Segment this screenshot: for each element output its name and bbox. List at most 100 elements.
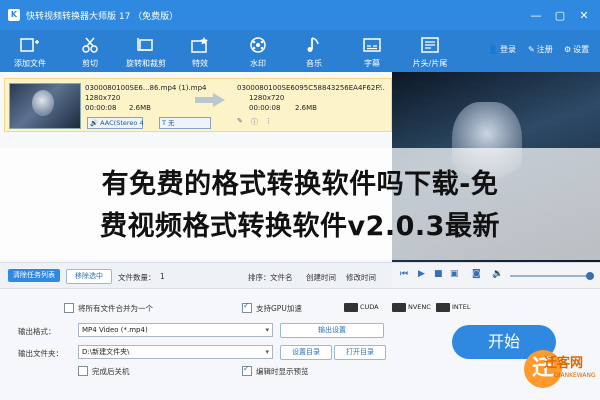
add-file-icon xyxy=(20,38,39,52)
subtitle-select[interactable]: T 无 xyxy=(159,117,211,129)
gpu-chip-icon xyxy=(392,302,406,312)
open-folder-button[interactable]: 打开目录 xyxy=(334,345,386,360)
headline-line-1: 有免费的格式转换软件吗下载-免 xyxy=(101,169,499,200)
window-title: 快转视频转换器大师版 17 （免费版） xyxy=(26,12,179,22)
video-thumbnail xyxy=(9,83,81,129)
chevron-down-icon: ▾ xyxy=(265,326,269,334)
sort-by-modified[interactable]: 修改时间 xyxy=(346,272,376,283)
rotate-crop-button[interactable]: 旋转和裁剪 xyxy=(118,30,174,72)
register-label: 注册 xyxy=(536,45,553,54)
source-resolution: 1280x720 xyxy=(85,94,121,102)
rotate-crop-label: 旋转和裁剪 xyxy=(126,59,166,68)
output-format-value: MP4 Video (*.mp4) xyxy=(82,326,148,334)
target-size: 2.6MB xyxy=(295,104,317,112)
output-folder-value: D:\新建文件夹\ xyxy=(82,348,130,356)
chevron-down-icon: ▾ xyxy=(265,348,269,356)
effects-button[interactable]: 特效 xyxy=(172,30,228,72)
close-icon[interactable]: ✕ xyxy=(572,4,596,26)
set-folder-button[interactable]: 设置目录 xyxy=(280,345,332,360)
target-file-name: 0300080100SE6095C58843256EA4F62F... xyxy=(237,84,385,92)
intel-badge: INTEL xyxy=(436,301,470,313)
login-link[interactable]: 👤 登录 xyxy=(488,44,516,55)
player-controls: ⏮ ▶ ■ ▣ ◙ 🔉 xyxy=(392,262,600,289)
audio-track-value: AAC(Stereo 4 xyxy=(100,119,144,127)
stop-icon[interactable]: ■ xyxy=(434,269,443,279)
minimize-icon[interactable]: — xyxy=(524,4,548,26)
output-format-label: 输出格式： xyxy=(18,327,56,336)
login-label: 登录 xyxy=(499,45,516,54)
play-icon[interactable]: ▶ xyxy=(418,269,425,279)
intro-outro-label: 片头/片尾 xyxy=(412,59,448,68)
slider-handle[interactable] xyxy=(586,272,594,280)
subtitle-button[interactable]: 字幕 xyxy=(344,30,400,72)
headline-line-2: 费视频格式转换软件v2.0.3最新 xyxy=(100,211,500,242)
watermark-label: 水印 xyxy=(250,59,266,68)
remove-file-icon[interactable]: ✕ xyxy=(377,83,383,91)
window-controls: — ▢ ✕ xyxy=(524,4,596,26)
cut-button[interactable]: 剪切 xyxy=(62,30,118,72)
folder-icon[interactable]: ▣ xyxy=(450,269,459,279)
gpu-checkbox[interactable] xyxy=(242,301,252,313)
audio-track-select[interactable]: 🔊 AAC(Stereo 4 xyxy=(87,117,144,129)
start-label: 开始 xyxy=(487,332,520,351)
output-format-select[interactable]: MP4 Video (*.mp4) ▾ xyxy=(78,323,273,337)
site-logo: 迁 迁客网 QIANKEWANG xyxy=(524,346,596,394)
volume-icon[interactable]: 🔉 xyxy=(492,269,503,279)
headline-overlay: 有免费的格式转换软件吗下载-免 费视频格式转换软件v2.0.3最新 xyxy=(0,148,600,260)
sort-by-created[interactable]: 创建时间 xyxy=(306,272,336,283)
list-controls: 清除任务列表 移除选中 文件数量： 1 排序： 文件名 创建时间 修改时间 xyxy=(0,262,392,289)
main-toolbar: 添加文件 剪切 旋转和裁剪 特效 水印 音乐 字幕 片头/片尾 👤 登录 ✎ 注… xyxy=(0,30,600,72)
app-logo-icon: K xyxy=(8,9,20,21)
prev-frame-icon[interactable]: ⏮ xyxy=(400,269,408,279)
gpu-label: 支持GPU加速 xyxy=(256,304,302,313)
maximize-icon[interactable]: ▢ xyxy=(548,4,572,26)
edit-icon[interactable]: ✎ xyxy=(237,117,243,125)
shutdown-checkbox[interactable] xyxy=(78,366,88,376)
preview-checkbox[interactable] xyxy=(242,364,252,376)
intel-label: INTEL xyxy=(452,303,471,311)
music-button[interactable]: 音乐 xyxy=(286,30,342,72)
subtitle-label: 字幕 xyxy=(364,59,380,68)
shutdown-label: 完成后关机 xyxy=(92,367,130,376)
snapshot-icon[interactable]: ◙ xyxy=(472,269,481,279)
more-icon[interactable]: ⋮ xyxy=(265,117,272,125)
preview-label: 编辑时显示预览 xyxy=(256,367,309,376)
target-duration: 00:00:08 xyxy=(249,104,281,112)
site-name: 迁客网 xyxy=(544,356,584,371)
add-file-button[interactable]: 添加文件 xyxy=(2,30,58,72)
output-settings-button[interactable]: 输出设置 xyxy=(280,323,384,338)
scissors-icon xyxy=(82,37,98,53)
settings-link[interactable]: ⚙ 设置 xyxy=(564,44,589,55)
gear-icon: ⚙ xyxy=(564,45,572,54)
subtitle-value: 无 xyxy=(168,119,175,127)
merge-label: 将所有文件合并为一个 xyxy=(78,304,153,313)
sort-label: 排序： xyxy=(248,273,271,282)
volume-slider[interactable] xyxy=(510,272,594,280)
nvenc-label: NVENC xyxy=(408,303,431,311)
subtitle-icon xyxy=(363,38,381,52)
source-file-name: 0300080100SE6...86.mp4 (1).mp4 xyxy=(85,84,207,92)
clear-list-button[interactable]: 清除任务列表 xyxy=(8,269,60,282)
merge-checkbox[interactable] xyxy=(64,303,74,313)
speaker-icon: 🔊 xyxy=(90,119,101,127)
register-icon: ✎ xyxy=(528,45,535,54)
settings-label: 设置 xyxy=(573,45,590,54)
rotate-crop-icon xyxy=(137,38,153,51)
register-link[interactable]: ✎ 注册 xyxy=(528,44,553,55)
source-size: 2.6MB xyxy=(129,104,151,112)
source-duration: 00:00:08 xyxy=(85,104,117,112)
watermark-button[interactable]: 水印 xyxy=(230,30,286,72)
gpu-chip-icon xyxy=(344,302,358,312)
intro-outro-button[interactable]: 片头/片尾 xyxy=(402,30,458,72)
intro-outro-icon xyxy=(421,37,439,53)
cuda-badge: CUDA xyxy=(344,301,379,313)
cut-label: 剪切 xyxy=(82,59,98,68)
info-icon[interactable]: ⓘ xyxy=(251,117,258,127)
file-list-item[interactable]: 0300080100SE6...86.mp4 (1).mp4 1280x720 … xyxy=(4,78,392,132)
output-folder-label: 输出文件夹： xyxy=(18,349,63,358)
file-count: 1 xyxy=(160,272,165,281)
music-icon xyxy=(307,37,319,52)
remove-selected-button[interactable]: 移除选中 xyxy=(66,269,112,284)
sort-by-name[interactable]: 文件名 xyxy=(270,272,293,283)
output-folder-field[interactable]: D:\新建文件夹\ ▾ xyxy=(78,345,273,359)
